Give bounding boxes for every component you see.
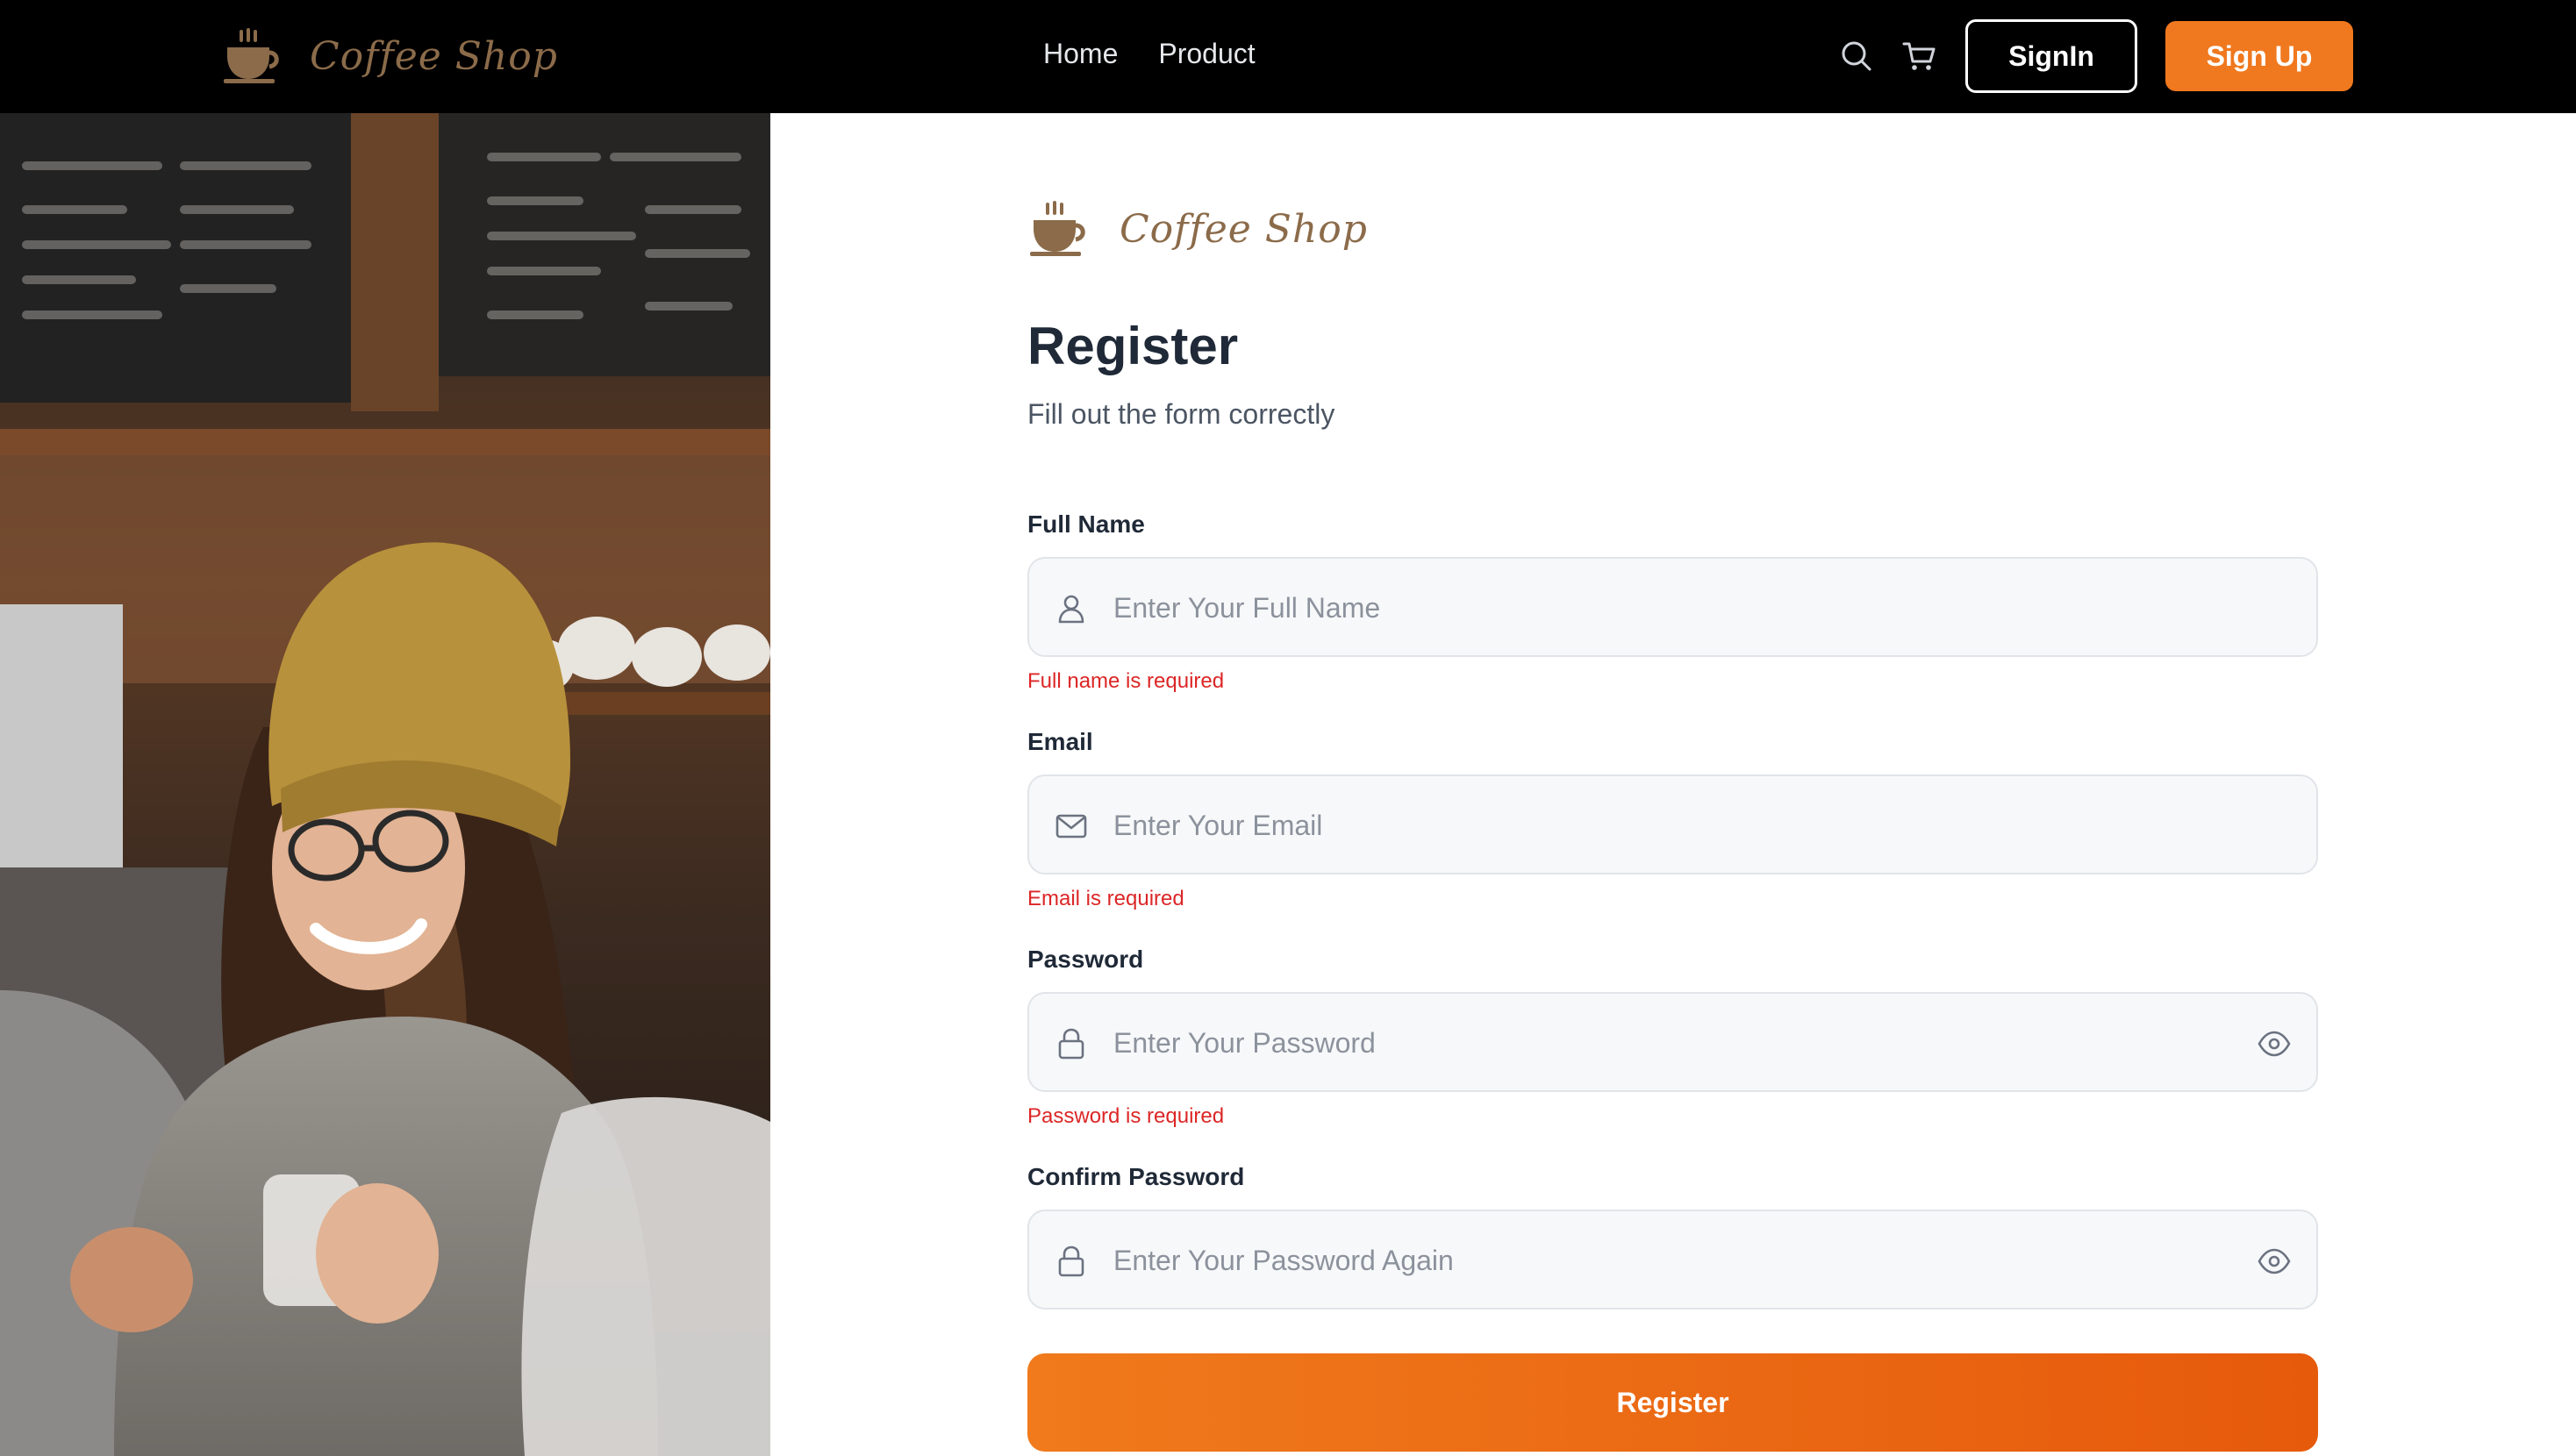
hero-image bbox=[0, 113, 770, 1456]
brand-name: Coffee Shop bbox=[310, 33, 558, 79]
page-subtitle: Fill out the form correctly bbox=[1027, 398, 1335, 430]
form-brand-name: Coffee Shop bbox=[1120, 206, 1368, 252]
barista-photo bbox=[0, 113, 770, 1456]
password-label: Password bbox=[1027, 946, 1144, 973]
password-error: Password is required bbox=[1027, 1104, 1225, 1128]
lock-icon bbox=[1054, 1244, 1089, 1279]
lock-icon bbox=[1054, 1026, 1089, 1061]
user-icon bbox=[1054, 591, 1089, 626]
full-name-input[interactable] bbox=[1113, 578, 2193, 638]
full-name-error: Full name is required bbox=[1027, 669, 1225, 693]
search-icon[interactable] bbox=[1839, 39, 1874, 74]
register-button[interactable]: Register bbox=[1027, 1353, 2318, 1452]
password-input[interactable] bbox=[1113, 1013, 2193, 1073]
show-password-eye-icon[interactable] bbox=[2257, 1026, 2292, 1061]
navbar: Coffee Shop Home Product SignIn Sign Up bbox=[0, 0, 2576, 113]
email-input[interactable] bbox=[1113, 796, 2193, 855]
coffee-cup-icon bbox=[224, 28, 279, 83]
main-nav: Home Product bbox=[1043, 32, 1256, 75]
confirm-password-label: Confirm Password bbox=[1027, 1163, 1245, 1190]
nav-link-home[interactable]: Home bbox=[1043, 38, 1118, 70]
email-field[interactable] bbox=[1027, 774, 2318, 874]
coffee-cup-icon bbox=[1030, 201, 1085, 256]
full-name-field[interactable] bbox=[1027, 557, 2318, 657]
email-label: Email bbox=[1027, 728, 1093, 755]
cart-icon[interactable] bbox=[1901, 39, 1936, 74]
full-name-label: Full Name bbox=[1027, 510, 1145, 538]
confirm-password-field[interactable] bbox=[1027, 1210, 2318, 1310]
signup-button[interactable]: Sign Up bbox=[2165, 21, 2353, 91]
signin-button[interactable]: SignIn bbox=[1965, 19, 2137, 93]
email-error: Email is required bbox=[1027, 887, 1184, 910]
show-confirm-password-eye-icon[interactable] bbox=[2257, 1244, 2292, 1279]
password-field[interactable] bbox=[1027, 992, 2318, 1092]
form-brand-logo: Coffee Shop bbox=[1028, 198, 1368, 260]
confirm-password-input[interactable] bbox=[1113, 1231, 2193, 1290]
mail-icon bbox=[1054, 809, 1089, 844]
brand-logo[interactable]: Coffee Shop bbox=[222, 25, 558, 88]
page-title: Register bbox=[1027, 317, 1239, 375]
nav-link-product[interactable]: Product bbox=[1158, 38, 1255, 70]
